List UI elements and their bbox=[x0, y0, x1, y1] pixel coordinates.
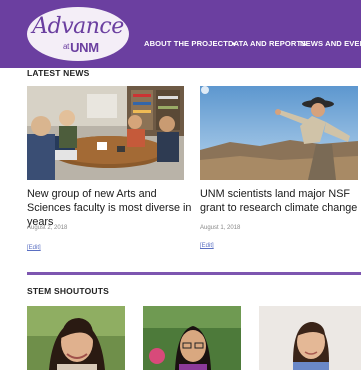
faculty-meeting-image bbox=[27, 86, 184, 180]
nav-data-and-reports[interactable]: DATA AND REPORTS bbox=[228, 39, 306, 48]
stem-shoutouts-heading: STEM SHOUTOUTS bbox=[27, 286, 109, 296]
edit-link[interactable]: [Edit] bbox=[27, 245, 41, 251]
portrait-image bbox=[27, 306, 125, 370]
edit-link[interactable]: [Edit] bbox=[200, 243, 214, 249]
latest-news-heading: LATEST NEWS bbox=[27, 68, 90, 78]
logo-wordmark: Advance bbox=[32, 14, 124, 39]
portrait-image bbox=[259, 306, 361, 370]
nav-about-the-project[interactable]: ABOUT THE PROJECT ▼ bbox=[144, 39, 237, 48]
article-headline-nsf-grant[interactable]: UNM scientists land major NSF grant to r… bbox=[200, 187, 361, 215]
climate-research-image bbox=[200, 86, 358, 180]
shoutout-photo[interactable] bbox=[259, 306, 361, 370]
article-photo-climate-research[interactable] bbox=[200, 86, 358, 180]
shoutout-photo[interactable] bbox=[143, 306, 241, 370]
nav-news-and-events[interactable]: NEWS AND EVENTS bbox=[300, 39, 361, 48]
article-date: August 2, 2018 bbox=[27, 225, 68, 231]
site-header: Advance atUNM ABOUT THE PROJECT ▼ DATA AN… bbox=[0, 0, 361, 68]
advance-at-unm-logo[interactable]: Advance atUNM bbox=[27, 7, 129, 61]
shoutout-photo[interactable] bbox=[27, 306, 125, 370]
portrait-image bbox=[143, 306, 241, 370]
article-headline-faculty[interactable]: New group of new Arts and Sciences facul… bbox=[27, 187, 192, 229]
logo-unm: atUNM bbox=[63, 40, 99, 55]
article-photo-faculty-meeting[interactable] bbox=[27, 86, 184, 180]
article-date: August 1, 2018 bbox=[200, 225, 241, 231]
section-divider bbox=[27, 272, 361, 275]
